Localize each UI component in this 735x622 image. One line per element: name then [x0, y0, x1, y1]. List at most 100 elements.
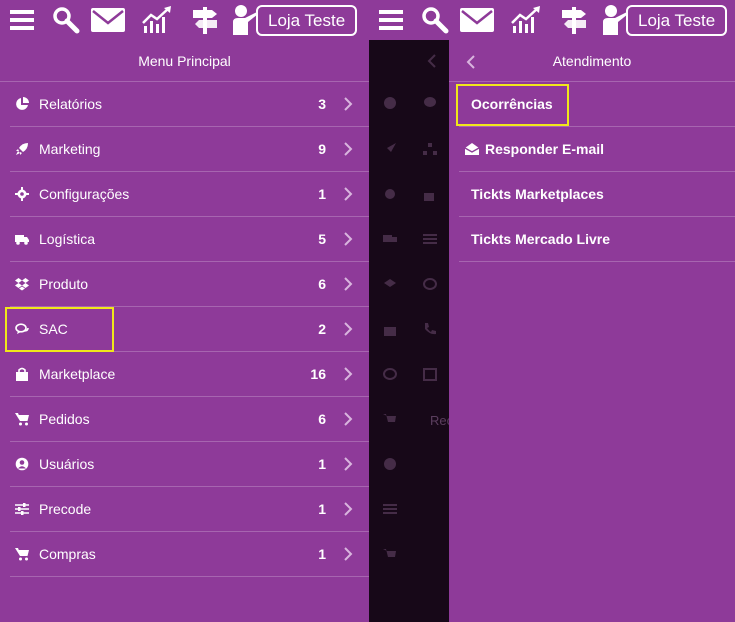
gear-icon: [385, 189, 395, 199]
store-selector-button[interactable]: Loja Teste: [626, 5, 728, 36]
menu-item-configuracoes[interactable]: Configurações 1: [10, 172, 369, 217]
submenu-item-tickts-mercado-livre[interactable]: Tickts Mercado Livre: [459, 217, 735, 262]
chevron-right-icon: [341, 232, 355, 246]
pie-chart-icon: [15, 97, 29, 111]
chevron-right-icon: [341, 97, 355, 111]
menu-item-label: Produto: [39, 275, 89, 292]
submenu-panel: Atendimento Ocorrências Responder E-mail T…: [449, 40, 735, 622]
user-circle-icon: [15, 457, 29, 471]
chevron-right-icon: [341, 322, 355, 336]
envelope-open-icon: [464, 142, 480, 156]
menu-item-produto[interactable]: Produto 6: [10, 262, 369, 307]
menu-item-logistica[interactable]: Logística 5: [10, 217, 369, 262]
menu-item-label: Configurações: [39, 185, 130, 202]
menu-item-pedidos[interactable]: Pedidos 6: [10, 397, 369, 442]
cart-icon: [383, 549, 396, 557]
calendar-check-icon: [423, 368, 437, 381]
dropbox-icon: [384, 279, 396, 287]
chevron-right-icon: [341, 457, 355, 471]
sliders-icon: [15, 502, 29, 516]
chart-icon[interactable]: [141, 4, 173, 36]
menu-item-count: 6: [318, 410, 326, 427]
chevron-right-icon: [341, 142, 355, 156]
menu-item-usuarios[interactable]: Usuários 1: [10, 442, 369, 487]
chevron-right-icon: [341, 187, 355, 201]
menu-item-relatorios[interactable]: Relatórios 3: [10, 82, 369, 127]
sliders-icon: [383, 504, 397, 514]
menu-item-sac[interactable]: SAC 2: [10, 307, 369, 352]
main-menu-panel: Loja Teste Menu Principal Relatórios 3 Mar…: [0, 0, 369, 622]
menu-icon[interactable]: [375, 4, 407, 36]
menu-item-label: Relatórios: [39, 95, 103, 112]
signpost-icon[interactable]: [558, 4, 590, 36]
mail-icon[interactable]: [90, 4, 126, 36]
menu-item-label: Marketplace: [39, 365, 116, 382]
menu-item-count: 1: [318, 500, 326, 517]
menu-item-count: 5: [318, 230, 326, 247]
shopping-bag-icon: [15, 367, 29, 381]
menu-item-count: 1: [318, 185, 326, 202]
chevron-right-icon: [341, 412, 355, 426]
menu-item-marketing[interactable]: Marketing 9: [10, 127, 369, 172]
submenu-item-label: Tickts Mercado Livre: [471, 231, 611, 247]
shopping-bag-icon: [384, 327, 396, 336]
cart-icon: [15, 547, 29, 561]
chevron-right-icon: [341, 277, 355, 291]
menu-item-count: 3: [318, 95, 326, 112]
signpost-icon[interactable]: [189, 4, 221, 36]
mail-icon[interactable]: [459, 4, 495, 36]
truck-icon: [383, 235, 397, 242]
menu-item-label: SAC: [39, 320, 68, 337]
chat-bubbles-icon: [383, 368, 397, 380]
menu-item-precode[interactable]: Precode 1: [10, 487, 369, 532]
search-icon[interactable]: [50, 4, 82, 36]
menu-item-compras[interactable]: Compras 1: [10, 532, 369, 577]
cart-icon: [383, 414, 396, 422]
menu-item-count: 6: [318, 275, 326, 292]
pie-chart-icon: [384, 97, 396, 109]
submenu-item-ocorrencias[interactable]: Ocorrências: [459, 82, 735, 127]
menu-item-label: Pedidos: [39, 410, 90, 427]
chat-icon: [424, 97, 436, 107]
main-menu-title: Menu Principal: [0, 40, 369, 82]
submenu-item-label: Responder E-mail: [485, 141, 605, 157]
rocket-icon: [387, 143, 396, 152]
gear-icon: [15, 187, 29, 201]
menu-icon[interactable]: [6, 4, 38, 36]
submenu-item-tickts-marketplaces[interactable]: Tickts Marketplaces: [459, 172, 735, 217]
dropbox-icon: [15, 277, 29, 291]
menu-item-label: Compras: [39, 545, 96, 562]
menu-item-count: 1: [318, 455, 326, 472]
menu-item-label: Logística: [39, 230, 96, 247]
chart-icon[interactable]: [510, 4, 542, 36]
menu-item-label: Marketing: [39, 140, 101, 157]
chevron-right-icon: [341, 502, 355, 516]
store-selector-button[interactable]: Loja Teste: [256, 5, 358, 36]
truck-icon: [15, 232, 29, 246]
menu-item-count: 2: [318, 320, 326, 337]
list-icon: [423, 234, 437, 244]
submenu-item-label: Ocorrências: [471, 96, 553, 112]
chat-bubbles-icon: [15, 322, 29, 336]
sitemap-icon: [423, 143, 437, 155]
menu-item-marketplace[interactable]: Marketplace 16: [10, 352, 369, 397]
menu-item-label: Usuários: [39, 455, 95, 472]
menu-item-label: Precode: [39, 500, 92, 517]
menu-item-count: 1: [318, 545, 326, 562]
search-icon[interactable]: [419, 4, 451, 36]
chevron-right-icon: [341, 367, 355, 381]
chevron-left-icon: [427, 54, 436, 68]
submenu-item-responder-e-mail[interactable]: Responder E-mail: [459, 127, 735, 172]
back-chevron-icon[interactable]: [465, 54, 477, 70]
submenu-title: Atendimento: [449, 40, 735, 82]
submenu-overlay-panel: Rec: [369, 40, 453, 622]
submenu-item-label: Tickts Marketplaces: [471, 186, 604, 202]
unlock-icon: [424, 193, 434, 201]
rocket-icon: [15, 142, 29, 156]
chevron-right-icon: [341, 547, 355, 561]
phone-icon: [425, 323, 436, 335]
menu-item-count: 16: [310, 365, 326, 382]
cart-icon: [15, 412, 29, 426]
menu-item-count: 9: [318, 140, 326, 157]
comment-icon: [423, 278, 437, 290]
